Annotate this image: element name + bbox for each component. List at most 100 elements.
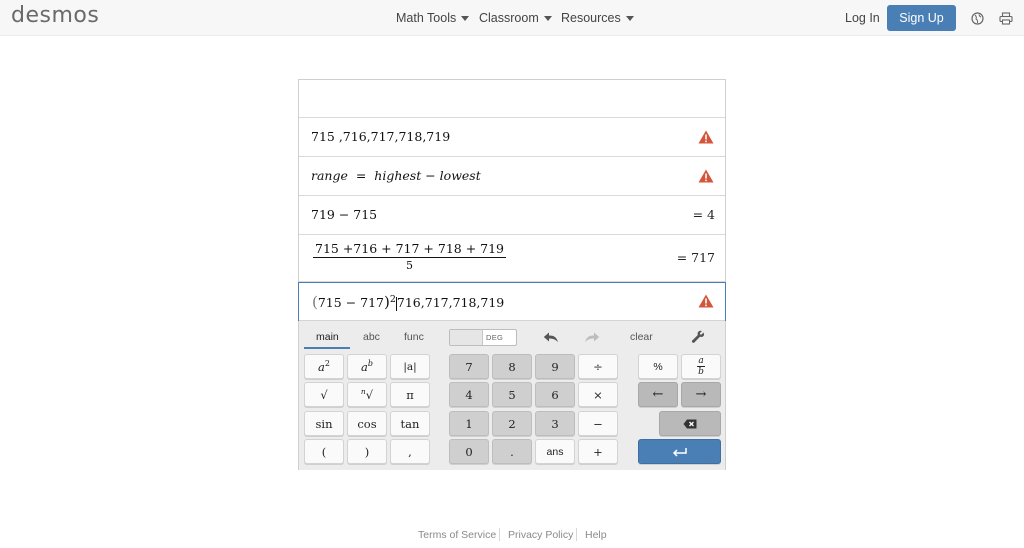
- expression-row-range[interactable]: range = highest − lowest: [299, 157, 725, 196]
- top-bar: desmos Math Tools Classroom Resources Lo…: [0, 0, 1024, 36]
- undo-icon[interactable]: [543, 332, 559, 343]
- key-nth-root[interactable]: n√: [347, 382, 387, 407]
- key-left-paren[interactable]: (: [304, 439, 344, 464]
- key-subtract[interactable]: −: [578, 411, 618, 436]
- expression-text: 719 − 715: [311, 207, 378, 222]
- nav-resources-label: Resources: [561, 11, 621, 25]
- redo-icon[interactable]: [584, 332, 600, 343]
- key-label: −: [593, 416, 603, 431]
- warning-icon[interactable]: [698, 294, 714, 308]
- key-label: tan: [400, 416, 420, 431]
- key-label: (: [321, 444, 327, 459]
- key-enter[interactable]: [638, 439, 721, 464]
- key-decimal[interactable]: .: [492, 439, 532, 464]
- footer-terms-link[interactable]: Terms of Service: [418, 529, 496, 541]
- key-8[interactable]: 8: [492, 354, 532, 379]
- key-6[interactable]: 6: [535, 382, 575, 407]
- key-label: 2: [508, 416, 516, 431]
- key-divide[interactable]: ÷: [578, 354, 618, 379]
- footer-divider: [499, 528, 500, 541]
- expression-row-active[interactable]: (715 − 717)2716,717,718,719: [298, 282, 726, 321]
- key-a-to-b[interactable]: ab: [347, 354, 387, 379]
- clear-button[interactable]: clear: [630, 331, 653, 343]
- footer-help-link[interactable]: Help: [585, 529, 607, 541]
- key-absolute-value[interactable]: |a|: [390, 354, 430, 379]
- key-sqrt[interactable]: √: [304, 382, 344, 407]
- expression-text: 715 ,716,717,718,719: [311, 129, 451, 144]
- wrench-icon[interactable]: [691, 330, 705, 344]
- key-1[interactable]: 1: [449, 411, 489, 436]
- key-sin[interactable]: sin: [304, 411, 344, 436]
- nav-math-tools-label: Math Tools: [396, 11, 457, 25]
- key-add[interactable]: +: [578, 439, 618, 464]
- key-fraction[interactable]: ab: [681, 354, 721, 379]
- expression-row-empty[interactable]: [299, 80, 725, 118]
- nav-classroom[interactable]: Classroom: [479, 0, 552, 36]
- key-fraction-num: a: [697, 355, 705, 367]
- angle-mode-label: DEG: [486, 333, 504, 342]
- key-0[interactable]: 0: [449, 439, 489, 464]
- key-label: 6: [551, 387, 559, 402]
- keypad: main abc func DEG clear a2 ab |a| √ n√ π…: [299, 320, 725, 470]
- desmos-logo[interactable]: desmos: [11, 3, 99, 28]
- key-label: ,: [408, 444, 412, 459]
- key-label: 1: [465, 416, 473, 431]
- key-label: √: [365, 387, 374, 402]
- key-label: ): [364, 444, 370, 459]
- angle-mode-toggle[interactable]: DEG: [449, 329, 517, 346]
- chevron-down-icon: [461, 15, 470, 21]
- key-label: 9: [551, 359, 559, 374]
- key-cos[interactable]: cos: [347, 411, 387, 436]
- key-ans[interactable]: ans: [535, 439, 575, 464]
- key-label: 5: [508, 387, 516, 402]
- key-a-exp: 2: [324, 359, 330, 369]
- key-comma[interactable]: ,: [390, 439, 430, 464]
- key-right-paren[interactable]: ): [347, 439, 387, 464]
- key-backspace[interactable]: [659, 411, 721, 436]
- key-label: 3: [551, 416, 559, 431]
- enter-icon: [672, 447, 687, 457]
- tab-func[interactable]: func: [404, 331, 424, 343]
- nav-math-tools[interactable]: Math Tools: [396, 0, 470, 36]
- key-4[interactable]: 4: [449, 382, 489, 407]
- key-left-arrow[interactable]: ←: [638, 382, 678, 407]
- expression-row-difference[interactable]: 719 − 715 = 4: [299, 196, 725, 235]
- key-tan[interactable]: tan: [390, 411, 430, 436]
- key-b-exp: b: [367, 359, 373, 369]
- key-pi[interactable]: π: [390, 382, 430, 407]
- chevron-down-icon: [543, 15, 552, 21]
- expression-row-mean[interactable]: 715 +716 + 717 + 718 + 719 5 = 717: [299, 235, 725, 282]
- warning-icon[interactable]: [698, 169, 714, 183]
- login-link[interactable]: Log In: [845, 11, 880, 25]
- tab-abc[interactable]: abc: [363, 331, 380, 343]
- arrow-right-icon: →: [695, 387, 707, 402]
- nav-resources[interactable]: Resources: [561, 0, 634, 36]
- backspace-icon: [683, 419, 697, 428]
- key-3[interactable]: 3: [535, 411, 575, 436]
- expression-tail: 716,717,718,719: [396, 295, 505, 310]
- key-a-squared[interactable]: a2: [304, 354, 344, 379]
- key-5[interactable]: 5: [492, 382, 532, 407]
- key-multiply[interactable]: ×: [578, 382, 618, 407]
- highest-variable: highest: [374, 168, 422, 183]
- footer-privacy-link[interactable]: Privacy Policy: [508, 529, 573, 541]
- warning-icon[interactable]: [698, 130, 714, 144]
- signup-button[interactable]: Sign Up: [887, 5, 956, 31]
- toggle-knob: [450, 330, 483, 345]
- active-tab-indicator: [304, 347, 350, 349]
- arrow-left-icon: ←: [652, 387, 664, 402]
- expression-row-data-list[interactable]: 715 ,716,717,718,719: [299, 118, 725, 157]
- key-2[interactable]: 2: [492, 411, 532, 436]
- print-icon[interactable]: [998, 10, 1014, 26]
- key-label: %: [653, 360, 663, 373]
- key-label: 8: [508, 359, 516, 374]
- tab-main[interactable]: main: [316, 331, 339, 343]
- key-right-arrow[interactable]: →: [681, 382, 721, 407]
- key-label: ans: [546, 445, 564, 458]
- key-9[interactable]: 9: [535, 354, 575, 379]
- key-7[interactable]: 7: [449, 354, 489, 379]
- key-label: 7: [465, 359, 473, 374]
- lowest-variable: lowest: [439, 168, 481, 183]
- globe-icon[interactable]: [969, 10, 985, 26]
- key-percent[interactable]: %: [638, 354, 678, 379]
